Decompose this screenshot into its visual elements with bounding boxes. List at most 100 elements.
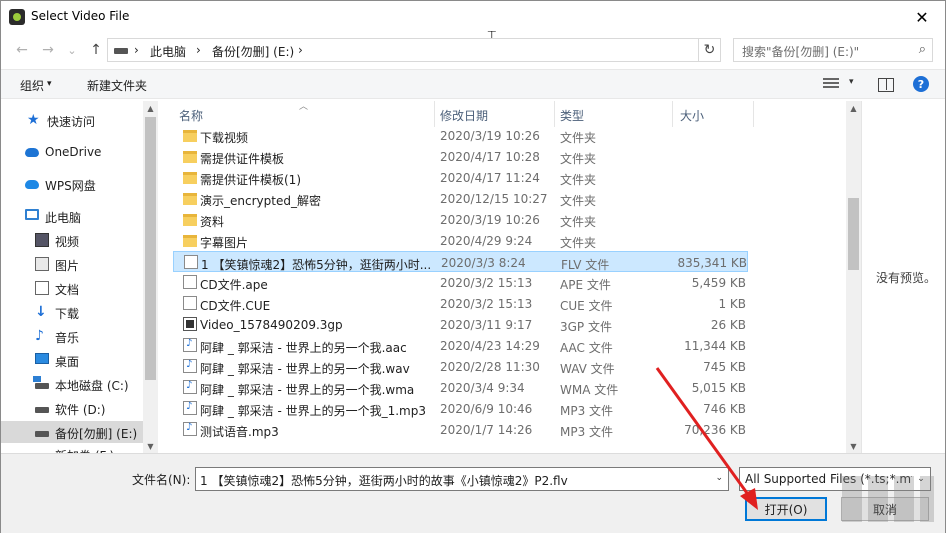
file-name: CD文件.ape <box>200 278 268 292</box>
scroll-down-arrow-icon[interactable]: ▼ <box>846 439 861 453</box>
audio-file-icon <box>183 338 197 352</box>
back-button[interactable]: ← <box>11 39 33 61</box>
file-list-scrollbar[interactable]: ▲ ▼ <box>846 101 861 453</box>
view-options-icon[interactable] <box>823 78 839 92</box>
file-type: 文件夹 <box>560 131 597 145</box>
file-row[interactable]: 阿肆 _ 郭采洁 - 世界上的另一个我_1.mp3 2020/6/9 10:46 M… <box>173 398 748 419</box>
file-type: WAV 文件 <box>560 362 615 376</box>
file-row[interactable]: 阿肆 _ 郭采洁 - 世界上的另一个我.wav 2020/2/28 11:30 WA… <box>173 356 748 377</box>
sort-indicator-icon: ︿ <box>299 102 309 112</box>
navigation-scrollbar[interactable]: ▲ ▼ <box>143 101 158 453</box>
folder-icon <box>183 214 197 226</box>
organize-button[interactable]: 组织 <box>20 77 44 94</box>
audio-file-icon <box>183 401 197 415</box>
column-name[interactable]: 名称 <box>179 107 203 124</box>
file-type: CUE 文件 <box>560 299 613 313</box>
scroll-down-arrow-icon[interactable]: ▼ <box>143 439 158 453</box>
sidebar-item[interactable]: 软件 (D:) <box>1 397 143 419</box>
file-modified: 2020/3/2 15:13 <box>440 276 533 290</box>
folder-icon <box>183 172 197 184</box>
up-button[interactable]: ↑ <box>85 39 107 61</box>
scroll-up-arrow-icon[interactable]: ▲ <box>846 101 861 115</box>
column-divider[interactable] <box>434 101 435 127</box>
sidebar-item-label: 视频 <box>55 235 80 249</box>
file-list: 图片 2020-03-05 11,49,09 (无题)2020/3/18 8:2… <box>159 101 861 453</box>
file-row[interactable]: 需提供证件模板(1) 2020/4/17 11:24 文件夹 <box>173 167 748 188</box>
file-row[interactable]: Video_1578490209.3gp 2020/3/11 9:17 3GP 文件… <box>173 314 748 335</box>
file-row[interactable]: CD文件.ape 2020/3/2 15:13 APE 文件 5,459 KB <box>173 272 748 293</box>
column-divider[interactable] <box>554 101 555 127</box>
folder-icon <box>183 130 197 142</box>
forward-button[interactable]: → <box>37 39 59 61</box>
breadcrumb-separator: › <box>196 43 201 57</box>
column-divider[interactable] <box>672 101 673 127</box>
sidebar-item[interactable]: 备份[勿删] (E:) <box>1 421 143 443</box>
music-icon: ♪ <box>35 328 44 344</box>
sidebar-item[interactable]: 此电脑 <box>1 205 143 227</box>
file-row[interactable]: 资料 2020/3/19 10:26 文件夹 <box>173 209 748 230</box>
file-row[interactable]: 阿肆 _ 郭采洁 - 世界上的另一个我.aac 2020/4/23 14:29 AA… <box>173 335 748 356</box>
cloud-icon <box>25 148 39 157</box>
column-divider[interactable] <box>753 101 754 127</box>
preview-pane-toggle-icon[interactable] <box>878 78 894 92</box>
file-modified: 2020/4/23 14:29 <box>440 339 540 353</box>
sidebar-item[interactable]: OneDrive <box>1 141 143 163</box>
open-button[interactable]: 打开(O) <box>745 497 827 521</box>
drive-icon <box>35 407 49 413</box>
scroll-thumb[interactable] <box>848 198 859 270</box>
chevron-down-icon[interactable]: ⌄ <box>715 473 723 483</box>
file-name: 需提供证件模板(1) <box>200 173 301 187</box>
no-preview-text: 没有预览。 <box>876 271 937 285</box>
file-name: 测试语音.mp3 <box>200 425 279 439</box>
file-name: 1 【笑镇惊魂2】恐怖5分钟，逛街两小时... <box>201 258 432 272</box>
filename-input[interactable]: 1 【笑镇惊魂2】恐怖5分钟，逛街两小时的故事《小镇惊魂2》P2.flv ⌄ <box>195 467 729 491</box>
windows-drive-icon <box>33 376 49 389</box>
sidebar-item[interactable]: ♪ 音乐 <box>1 325 143 347</box>
column-type[interactable]: 类型 <box>560 107 584 124</box>
file-size: 745 KB <box>703 360 746 374</box>
file-type-value[interactable]: All Supported Files (*.ts;*.mts <box>745 472 922 486</box>
close-button[interactable]: ✕ <box>899 1 945 33</box>
new-folder-button[interactable]: 新建文件夹 <box>87 77 147 94</box>
file-size: 5,015 KB <box>691 381 746 395</box>
refresh-button[interactable]: ↻ <box>699 38 721 62</box>
file-type-select[interactable]: All Supported Files (*.ts;*.mts ⌄ <box>739 467 931 491</box>
sidebar-item[interactable]: 新加卷 (F:) <box>1 443 143 453</box>
recent-locations-button[interactable]: ⌄ <box>61 39 83 61</box>
preview-pane: 没有预览。 <box>861 101 945 453</box>
file-row[interactable]: 1 【笑镇惊魂2】恐怖5分钟，逛街两小时... 2020/3/3 8:24 FLV … <box>173 251 748 272</box>
sidebar-item-label: 备份[勿删] (E:) <box>55 427 138 441</box>
sidebar-item[interactable]: 视频 <box>1 229 143 251</box>
chevron-down-icon[interactable]: ⌄ <box>912 468 930 490</box>
sidebar-item[interactable]: 桌面 <box>1 349 143 371</box>
column-size[interactable]: 大小 <box>680 107 704 124</box>
sidebar-item[interactable]: WPS网盘 <box>1 173 143 195</box>
file-row[interactable]: 下载视频 2020/3/19 10:26 文件夹 <box>173 125 748 146</box>
file-name: 阿肆 _ 郭采洁 - 世界上的另一个我_1.mp3 <box>200 404 426 418</box>
file-row[interactable]: 测试语音.mp3 2020/1/7 14:26 MP3 文件 70,236 KB <box>173 419 748 440</box>
breadcrumb-separator: › <box>298 43 303 57</box>
view-caret-icon[interactable]: ▾ <box>849 77 854 87</box>
file-row[interactable]: CD文件.CUE 2020/3/2 15:13 CUE 文件 1 KB <box>173 293 748 314</box>
sidebar-item[interactable]: 文档 <box>1 277 143 299</box>
drive-icon <box>114 48 128 54</box>
sidebar-item[interactable]: ↓ 下载 <box>1 301 143 323</box>
breadcrumb-this-pc[interactable]: 此电脑 <box>150 43 186 60</box>
sidebar-item[interactable]: 本地磁盘 (C:) <box>1 373 143 395</box>
organize-caret-icon: ▾ <box>47 79 52 89</box>
scroll-thumb[interactable] <box>145 117 156 380</box>
sidebar-item[interactable]: ★ 快速访问 <box>1 109 143 131</box>
scroll-up-arrow-icon[interactable]: ▲ <box>143 101 158 115</box>
file-row[interactable]: 字幕图片 2020/4/29 9:24 文件夹 <box>173 230 748 251</box>
sidebar-item[interactable]: 图片 <box>1 253 143 275</box>
filename-value[interactable]: 1 【笑镇惊魂2】恐怖5分钟，逛街两小时的故事《小镇惊魂2》P2.flv <box>200 472 568 489</box>
file-row[interactable]: 演示_encrypted_解密 2020/12/15 10:27 文件夹 <box>173 188 748 209</box>
address-bar[interactable]: › 此电脑 › 备份[勿删] (E:) › ⌄ <box>107 38 794 62</box>
column-modified[interactable]: 修改日期 <box>440 107 488 124</box>
cancel-button[interactable]: 取消 <box>841 497 929 521</box>
file-row[interactable]: 阿肆 _ 郭采洁 - 世界上的另一个我.wma 2020/3/4 9:34 WMA … <box>173 377 748 398</box>
file-row[interactable]: 需提供证件模板 2020/4/17 10:28 文件夹 <box>173 146 748 167</box>
search-input[interactable]: 搜索"备份[勿删] (E:)" ⌕ <box>733 38 933 62</box>
help-icon[interactable]: ? <box>913 76 929 92</box>
breadcrumb-drive-e[interactable]: 备份[勿删] (E:) <box>212 43 294 60</box>
